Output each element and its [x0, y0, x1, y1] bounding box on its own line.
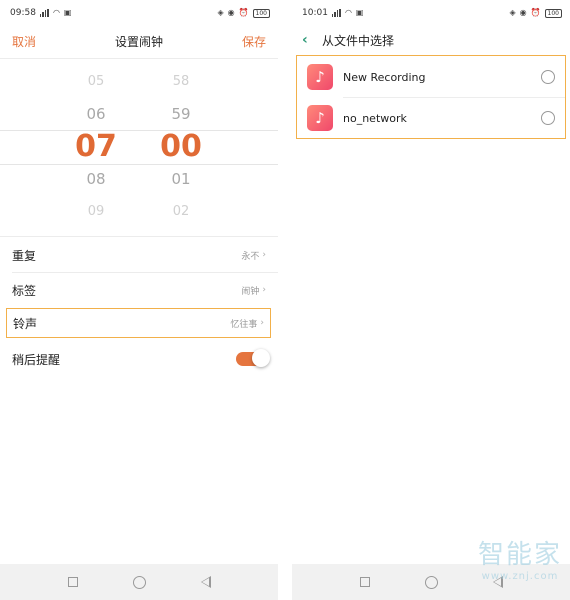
signal-icon [39, 9, 49, 17]
file-picker-screen: 10:01 ◠ ▣ ◈ ◉ ⏰ 100 ‹ 从文件中选择 ♪ New Recor… [292, 0, 570, 600]
nfc-icon: ◉ [519, 8, 527, 17]
battery-icon: 100 [252, 8, 270, 18]
recent-apps-icon[interactable] [67, 577, 78, 587]
watermark: 智能家 www.znj.com [478, 534, 562, 582]
vibrate-icon: ◈ [509, 8, 516, 17]
hour-option[interactable]: 06 [66, 105, 126, 123]
battery-icon: 100 [544, 8, 562, 18]
setting-row-snooze[interactable]: 稍后提醒 [0, 342, 278, 376]
list-item[interactable]: ♪ New Recording [297, 57, 565, 97]
back-arrow-icon[interactable]: ‹ [302, 32, 308, 48]
divider [0, 58, 278, 59]
file-name: New Recording [343, 70, 426, 84]
status-time: 10:01 [302, 8, 328, 18]
setting-value: 闹钟 [241, 286, 260, 297]
selection-line-bottom [0, 164, 278, 165]
vibrate-icon: ◈ [217, 8, 224, 17]
nfc-icon: ◉ [227, 8, 235, 17]
wifi-icon: ◠ [52, 8, 60, 17]
setting-row-repeat[interactable]: 重复 永不 › [0, 238, 278, 272]
page-title: 从文件中选择 [322, 33, 395, 48]
watermark-title: 智能家 [477, 540, 562, 570]
minute-option[interactable]: 02 [151, 204, 211, 219]
selection-line-top [0, 130, 278, 131]
status-bar: 09:58 ◠ ▣ ◈ ◉ ⏰ 100 [0, 0, 278, 26]
save-button[interactable]: 保存 [242, 33, 266, 50]
file-name: no_network [343, 111, 407, 125]
hour-option[interactable]: 05 [66, 74, 126, 89]
minute-option[interactable]: 59 [151, 105, 211, 123]
snooze-toggle[interactable] [236, 349, 270, 367]
top-bar: 取消 设置闹钟 保存 [0, 26, 278, 56]
top-bar: ‹ 从文件中选择 [292, 26, 570, 54]
recent-apps-icon[interactable] [359, 577, 370, 587]
setting-row-label[interactable]: 标签 闹钟 › [0, 273, 278, 307]
toggle-knob [252, 349, 270, 367]
status-bar: 10:01 ◠ ▣ ◈ ◉ ⏰ 100 [292, 0, 570, 26]
signal-icon [331, 9, 341, 17]
music-note-icon: ♪ [307, 105, 333, 131]
page-title: 设置闹钟 [114, 34, 163, 49]
alarm-settings-screen: 09:58 ◠ ▣ ◈ ◉ ⏰ 100 取消 设置闹钟 保存 05 06 07 … [0, 0, 278, 600]
notification-icon: ▣ [355, 8, 364, 17]
setting-label: 铃声 [13, 316, 38, 331]
setting-value: 永不 [241, 251, 260, 262]
notification-icon: ▣ [63, 8, 72, 17]
setting-value: 忆往事 [230, 319, 258, 330]
hour-option[interactable]: 08 [66, 170, 126, 188]
alarm-icon: ⏰ [530, 8, 541, 17]
radio-button[interactable] [541, 111, 555, 125]
music-note-icon: ♪ [307, 64, 333, 90]
home-icon[interactable] [424, 575, 438, 589]
divider [0, 236, 278, 237]
setting-label: 重复 [12, 248, 37, 263]
minute-option[interactable]: 01 [151, 170, 211, 188]
chevron-right-icon: › [260, 318, 264, 328]
chevron-right-icon: › [262, 285, 266, 295]
file-list: ♪ New Recording ♪ no_network [296, 55, 566, 139]
back-nav-icon[interactable] [200, 576, 211, 588]
selected-minute[interactable]: 00 [151, 129, 211, 164]
setting-label: 标签 [12, 283, 37, 298]
navigation-bar [0, 564, 278, 600]
watermark-url: www.znj.com [481, 571, 559, 582]
chevron-right-icon: › [262, 250, 266, 260]
radio-button[interactable] [541, 70, 555, 84]
wifi-icon: ◠ [344, 8, 352, 17]
list-item[interactable]: ♪ no_network [297, 98, 565, 138]
selected-hour[interactable]: 07 [66, 129, 126, 164]
time-picker[interactable]: 05 06 07 08 09 58 59 00 01 02 [0, 66, 278, 232]
hour-option[interactable]: 09 [66, 204, 126, 219]
home-icon[interactable] [132, 575, 146, 589]
alarm-icon: ⏰ [238, 8, 249, 17]
setting-label: 稍后提醒 [12, 352, 61, 367]
status-time: 09:58 [10, 8, 36, 18]
minute-option[interactable]: 58 [151, 74, 211, 89]
setting-row-ringtone[interactable]: 铃声 忆往事 › [6, 308, 271, 338]
